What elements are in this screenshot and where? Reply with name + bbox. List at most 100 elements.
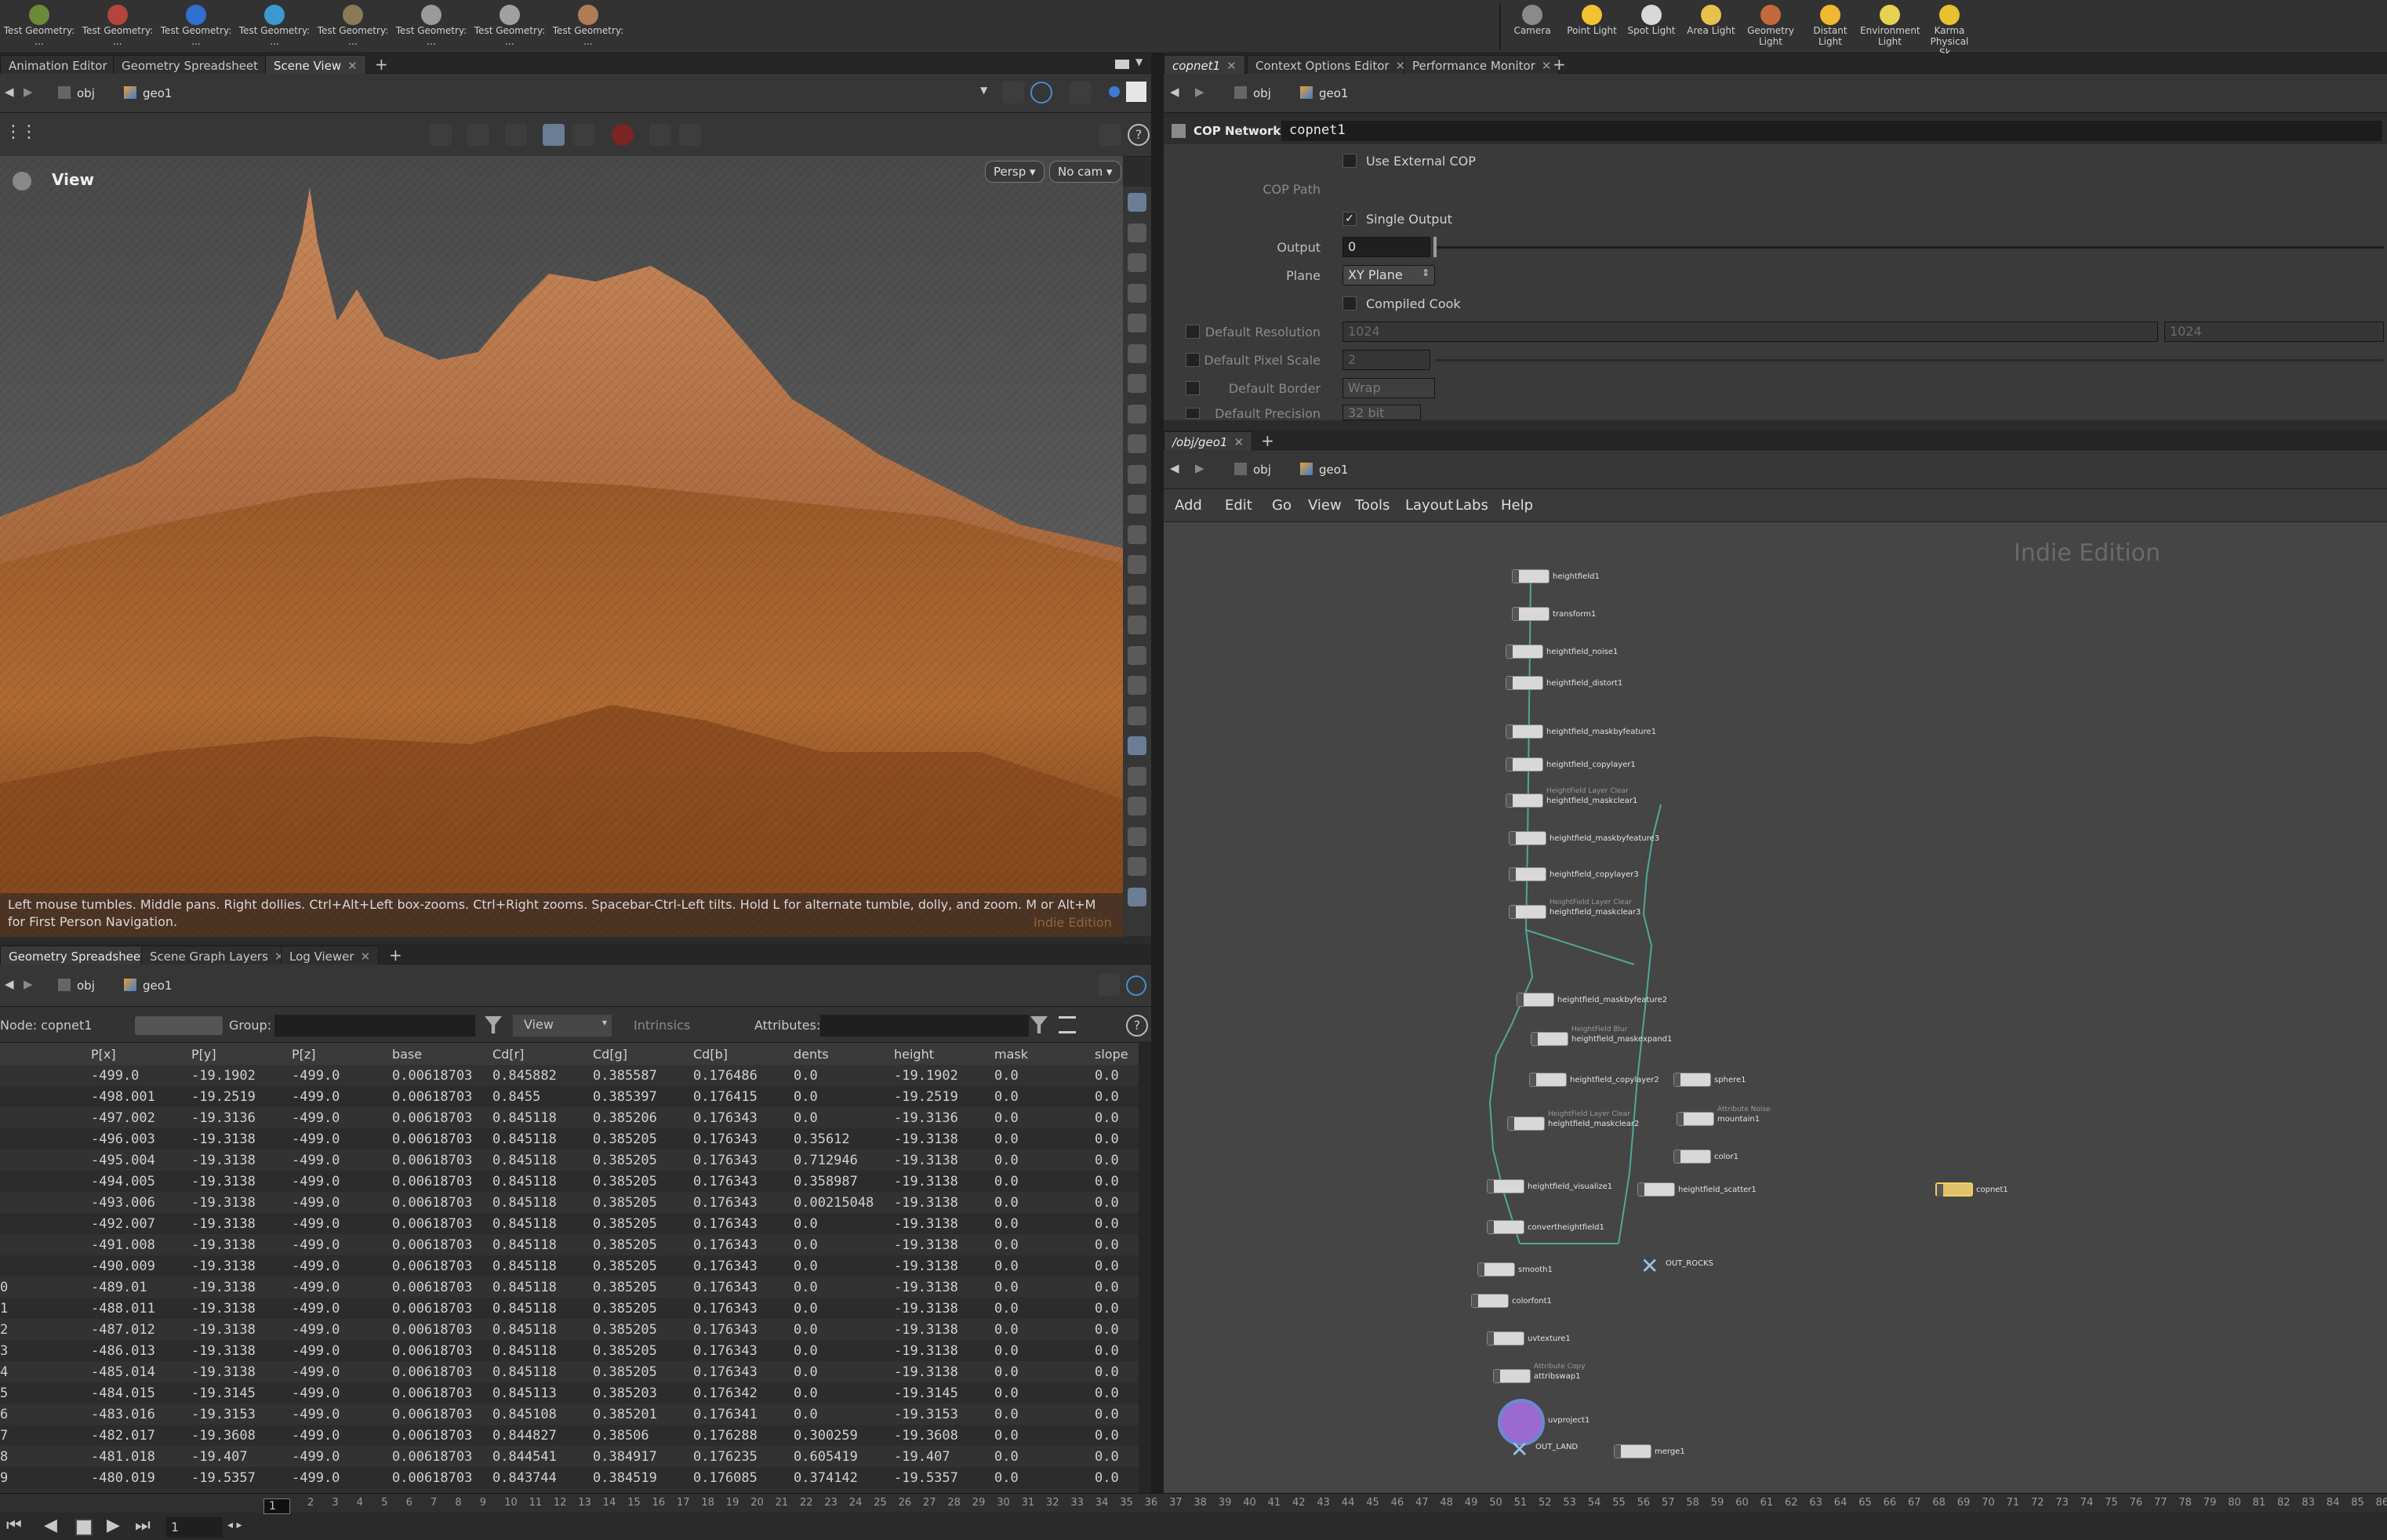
table-row[interactable]: 1 -488.011 -19.3138 -499.0 0.00618703 0.84511… <box>0 1298 1145 1319</box>
node-uvtexture1[interactable] <box>1487 1331 1524 1346</box>
viewport-tool-texture-icon[interactable] <box>1128 797 1146 815</box>
table-row[interactable]: -490.009 -19.3138 -499.0 0.00618703 0.845118… <box>0 1255 1145 1277</box>
lights-icon[interactable] <box>649 124 671 146</box>
node-heightfield-maskbyfeature2[interactable] <box>1517 993 1554 1007</box>
table-row[interactable]: 2 -487.012 -19.3138 -499.0 0.00618703 0.84511… <box>0 1319 1145 1340</box>
default-res-y[interactable]: 1024 <box>2164 321 2384 342</box>
table-row[interactable]: -499.0 -19.1902 -499.0 0.00618703 0.845882 0.… <box>0 1065 1145 1086</box>
table-row[interactable]: 0 -489.01 -19.3138 -499.0 0.00618703 0.845118… <box>0 1277 1145 1298</box>
help-icon[interactable]: ? <box>1126 1015 1148 1037</box>
viewport-tool-component-icon[interactable] <box>1128 223 1146 242</box>
pane-menu-icon[interactable]: ▼ <box>1135 56 1143 67</box>
shelf-tool-test-geometry[interactable]: Test Geometry: ... <box>237 3 312 52</box>
table-row[interactable]: 4 -485.014 -19.3138 -499.0 0.00618703 0.84511… <box>0 1361 1145 1382</box>
add-tab-icon[interactable]: + <box>389 946 402 964</box>
table-row[interactable]: 3 -486.013 -19.3138 -499.0 0.00618703 0.84511… <box>0 1340 1145 1361</box>
secure-select-icon[interactable] <box>543 124 565 146</box>
viewport-tool-number-icon[interactable] <box>1128 585 1146 605</box>
viewport-tool-point-icon[interactable] <box>1128 495 1146 514</box>
display-icon[interactable] <box>1109 86 1120 97</box>
viewport-tool-checker-icon[interactable] <box>1128 736 1146 755</box>
tab-scene-view[interactable]: Scene View ✕ <box>265 55 366 74</box>
node-bypass-flag[interactable] <box>1510 906 1516 918</box>
pin-icon[interactable] <box>1098 974 1120 996</box>
node-heightfield-maskclear1[interactable] <box>1506 794 1543 808</box>
forward-arrow-icon[interactable]: ▶ <box>24 977 33 991</box>
help-icon[interactable]: ? <box>1128 124 1150 146</box>
tab-context-options[interactable]: Context Options Editor ✕ <box>1247 55 1415 74</box>
node-name-field[interactable]: copnet1 <box>1281 121 2382 141</box>
shelf-tool-point-light[interactable]: Point Light <box>1562 3 1622 52</box>
column-header[interactable]: P[y] <box>191 1047 216 1062</box>
viewport-tool-image-icon[interactable] <box>1128 887 1146 906</box>
path-dropdown-icon[interactable]: ▼ <box>980 85 987 96</box>
tab-scene-graph-layers[interactable]: Scene Graph Layers ✕ <box>141 946 293 964</box>
node-bypass-flag[interactable] <box>1488 1332 1494 1345</box>
node-heightfield-visualize1[interactable] <box>1487 1179 1524 1193</box>
node-heightfield-maskclear3[interactable] <box>1509 905 1546 919</box>
jump-start-icon[interactable]: ⏮ <box>6 1516 22 1535</box>
node-heightfield-scatter1[interactable] <box>1637 1182 1675 1197</box>
node-heightfield-copylayer3[interactable] <box>1509 867 1546 881</box>
table-row[interactable]: -492.007 -19.3138 -499.0 0.00618703 0.845118… <box>0 1213 1145 1234</box>
snap-icon[interactable] <box>572 124 594 146</box>
viewport-tool-bezier-icon[interactable] <box>1128 706 1146 725</box>
table-row[interactable]: -494.005 -19.3138 -499.0 0.00618703 0.845118… <box>0 1171 1145 1192</box>
table-row[interactable]: 8 -481.018 -19.407 -499.0 0.00618703 0.844541… <box>0 1446 1145 1467</box>
back-arrow-icon[interactable]: ◀ <box>1170 461 1179 475</box>
record-icon[interactable] <box>612 124 634 146</box>
column-header[interactable]: height <box>894 1047 934 1062</box>
path-obj[interactable]: obj <box>1228 83 1277 104</box>
node-convertheightfield1[interactable] <box>1487 1220 1524 1234</box>
close-icon[interactable]: ✕ <box>1542 59 1552 73</box>
node-bypass-flag[interactable] <box>1513 608 1519 620</box>
table-row[interactable]: 7 -482.017 -19.3608 -499.0 0.00618703 0.84482… <box>0 1425 1145 1446</box>
node-heightfield-copylayer1[interactable] <box>1506 757 1543 772</box>
table-row[interactable]: -498.001 -19.2519 -499.0 0.00618703 0.8455 0.… <box>0 1086 1145 1107</box>
compiled-cook-checkbox[interactable] <box>1342 296 1357 311</box>
table-row[interactable]: 6 -483.016 -19.3153 -499.0 0.00618703 0.84510… <box>0 1404 1145 1425</box>
output-field[interactable]: 0 <box>1342 237 1430 257</box>
display-options-icon[interactable] <box>1099 124 1121 146</box>
settings-icon[interactable] <box>679 124 701 146</box>
close-icon[interactable]: ✕ <box>361 950 371 964</box>
plane-select[interactable]: XY Plane ⇕ <box>1342 265 1435 285</box>
default-border-select[interactable]: Wrap <box>1342 378 1435 398</box>
tab-animation-editor[interactable]: Animation Editor✕ <box>0 55 133 74</box>
column-header[interactable]: P[z] <box>292 1047 316 1062</box>
viewport-tool-person-icon[interactable] <box>1128 374 1146 393</box>
link-icon[interactable] <box>1126 975 1146 996</box>
node-bypass-flag[interactable] <box>1510 868 1516 881</box>
table-row[interactable]: 9 -480.019 -19.5357 -499.0 0.00618703 0.84374… <box>0 1467 1145 1488</box>
filter-icon[interactable] <box>1030 1016 1048 1033</box>
menu-tools[interactable]: Tools <box>1355 497 1390 514</box>
persp-menu[interactable]: Persp ▾ <box>985 161 1045 183</box>
frame-field[interactable]: 1 <box>166 1517 223 1538</box>
default-precision-select[interactable]: 32 bit <box>1342 405 1421 420</box>
shelf-tool-area-light[interactable]: Area Light <box>1681 3 1741 52</box>
single-output-checkbox[interactable]: ✓ <box>1342 212 1357 226</box>
shelf-tool-geometry-light[interactable]: Geometry Light <box>1741 3 1800 52</box>
node-bypass-flag[interactable] <box>1517 993 1524 1006</box>
add-tab-icon[interactable]: + <box>1261 431 1274 450</box>
table-row[interactable]: -491.008 -19.3138 -499.0 0.00618703 0.845118… <box>0 1234 1145 1255</box>
tab-copnet1[interactable]: copnet1 ✕ <box>1164 55 1245 74</box>
add-tab-icon[interactable]: + <box>375 55 388 74</box>
node-out-rocks[interactable]: ✕ <box>1640 1255 1662 1278</box>
shelf-tool-camera[interactable]: Camera <box>1502 3 1562 52</box>
node-bypass-flag[interactable] <box>1530 1073 1536 1086</box>
output-slider-handle[interactable] <box>1433 237 1437 257</box>
attributes-field[interactable] <box>820 1015 1029 1037</box>
default-pixel-field[interactable]: 2 <box>1342 350 1430 370</box>
node-heightfield-maskexpand1[interactable] <box>1531 1032 1568 1046</box>
menu-add[interactable]: Add <box>1175 497 1202 514</box>
scene-viewport[interactable]: View Persp ▾ No cam ▾ Left mouse tumbles… <box>0 156 1123 937</box>
viewport-tool-line-icon[interactable] <box>1128 676 1146 695</box>
node-bypass-flag[interactable] <box>1937 1184 1943 1197</box>
tab-log-viewer[interactable]: Log Viewer ✕ <box>281 946 380 964</box>
back-arrow-icon[interactable]: ◀ <box>5 85 14 99</box>
viewport-tool-light-bulb-icon[interactable] <box>1128 343 1146 363</box>
shelf-tool-test-geometry[interactable]: Test Geometry: ... <box>315 3 391 52</box>
table-row[interactable]: -495.004 -19.3138 -499.0 0.00618703 0.845118… <box>0 1150 1145 1171</box>
path-geo[interactable]: geo1 <box>118 83 178 104</box>
